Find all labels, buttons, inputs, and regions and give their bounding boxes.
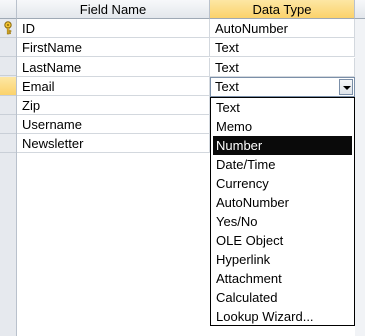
table-row: FirstName Text bbox=[17, 38, 355, 57]
column-header-data-type[interactable]: Data Type bbox=[210, 0, 355, 19]
row-selector[interactable] bbox=[0, 115, 16, 134]
chevron-down-icon bbox=[343, 86, 351, 90]
dropdown-option-currency[interactable]: Currency bbox=[213, 174, 352, 193]
key-icon bbox=[4, 21, 12, 35]
dropdown-option-hyperlink[interactable]: Hyperlink bbox=[213, 250, 352, 269]
data-type-combo[interactable]: Text bbox=[210, 77, 355, 97]
grid-filler bbox=[355, 19, 365, 336]
data-type-dropdown-list[interactable]: Text Memo Number Date/Time Currency Auto… bbox=[210, 97, 355, 326]
data-type-cell[interactable]: Text bbox=[210, 58, 355, 77]
dropdown-option-text[interactable]: Text bbox=[213, 98, 352, 117]
dropdown-option-calculated[interactable]: Calculated bbox=[213, 288, 352, 307]
row-selector[interactable] bbox=[0, 57, 16, 76]
field-name-cell[interactable]: Email bbox=[17, 77, 210, 96]
dropdown-option-number[interactable]: Number bbox=[213, 136, 352, 155]
dropdown-option-yes-no[interactable]: Yes/No bbox=[213, 212, 352, 231]
row-selector-column bbox=[0, 19, 17, 336]
dropdown-option-ole-object[interactable]: OLE Object bbox=[213, 231, 352, 250]
dropdown-option-attachment[interactable]: Attachment bbox=[213, 269, 352, 288]
row-selector[interactable] bbox=[0, 38, 16, 57]
header-filler bbox=[355, 0, 365, 19]
column-header-field-name[interactable]: Field Name bbox=[17, 0, 210, 19]
field-name-cell[interactable]: Username bbox=[17, 115, 210, 134]
field-name-cell[interactable]: ID bbox=[17, 19, 210, 38]
dropdown-option-date-time[interactable]: Date/Time bbox=[213, 155, 352, 174]
table-row: ID AutoNumber bbox=[17, 19, 355, 38]
row-selector[interactable] bbox=[0, 19, 16, 38]
dropdown-button[interactable] bbox=[339, 79, 353, 95]
data-type-cell[interactable]: Text bbox=[210, 38, 355, 57]
field-name-cell[interactable]: Newsletter bbox=[17, 134, 210, 153]
field-name-cell[interactable]: FirstName bbox=[17, 38, 210, 57]
dropdown-option-memo[interactable]: Memo bbox=[213, 117, 352, 136]
dropdown-option-lookup-wizard[interactable]: Lookup Wizard... bbox=[213, 307, 352, 326]
table-design-grid: Field Name Data Type ID AutoNumber First… bbox=[0, 0, 365, 336]
row-selector[interactable] bbox=[0, 134, 16, 153]
row-selector-active[interactable] bbox=[0, 77, 16, 96]
table-row: LastName Text bbox=[17, 58, 355, 77]
row-selector-header[interactable] bbox=[0, 0, 17, 19]
row-selector[interactable] bbox=[0, 96, 16, 115]
field-name-cell[interactable]: LastName bbox=[17, 58, 210, 77]
combo-value[interactable]: Text bbox=[215, 78, 239, 96]
field-name-cell[interactable]: Zip bbox=[17, 96, 210, 115]
dropdown-option-autonumber[interactable]: AutoNumber bbox=[213, 193, 352, 212]
data-type-cell[interactable]: AutoNumber bbox=[210, 19, 355, 38]
